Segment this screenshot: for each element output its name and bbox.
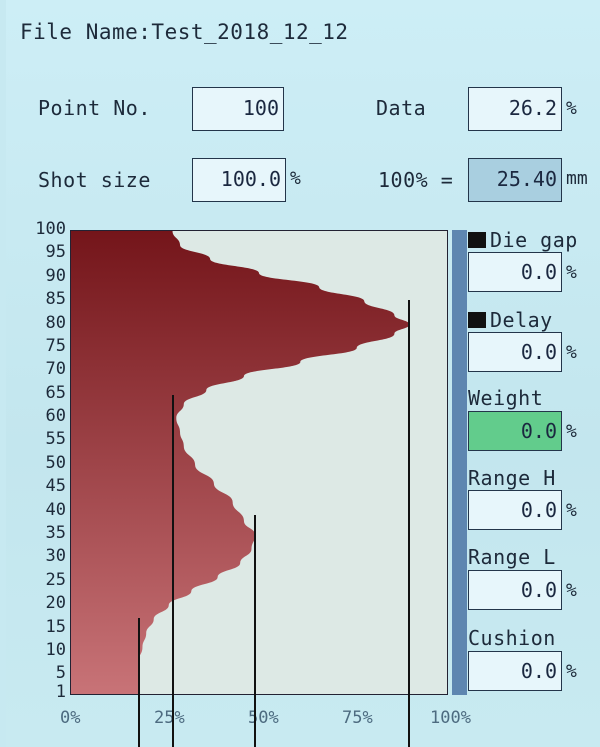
vertical-scale-bar[interactable]: [452, 230, 467, 695]
y-tick-label: 10: [45, 639, 66, 660]
x-tick-label: 0%: [60, 708, 81, 728]
range-l-label: Range L: [468, 545, 556, 569]
die-gap-label-text: Die gap: [490, 228, 578, 252]
weight-field[interactable]: 0.0: [468, 411, 562, 451]
range-l-unit: %: [566, 580, 577, 601]
shot-size-unit: %: [290, 168, 301, 189]
shot-size-field[interactable]: 100.0: [192, 158, 286, 202]
die-gap-label: Die gap: [468, 228, 578, 252]
y-tick-label: 1: [55, 682, 66, 702]
y-tick-label: 90: [45, 265, 66, 286]
profile-plot[interactable]: [70, 230, 448, 695]
y-tick-label: 80: [45, 312, 66, 333]
x-tick-label: 50%: [248, 708, 279, 728]
y-tick-label: 65: [45, 382, 66, 403]
full-scale-field[interactable]: 25.40: [468, 158, 562, 202]
y-tick-label: 45: [45, 476, 66, 497]
y-tick-label: 35: [45, 522, 66, 543]
y-tick-label: 50: [45, 452, 66, 473]
y-tick-label: 55: [45, 429, 66, 450]
y-tick-label: 5: [55, 663, 66, 684]
y-tick-label: 15: [45, 616, 66, 637]
marker-line[interactable]: [254, 515, 257, 747]
range-h-field[interactable]: 0.0: [468, 490, 562, 530]
x-tick-label: 100%: [430, 708, 471, 728]
y-tick-label: 70: [45, 359, 66, 380]
file-name-label: File Name:Test_2018_12_12: [20, 20, 349, 44]
marker-line[interactable]: [137, 618, 140, 747]
delay-label-text: Delay: [490, 308, 553, 332]
y-tick-label: 60: [45, 406, 66, 427]
range-h-unit: %: [566, 500, 577, 521]
delay-field[interactable]: 0.0: [468, 332, 562, 372]
y-tick-label: 30: [45, 546, 66, 567]
marker-line[interactable]: [171, 395, 174, 747]
cushion-field[interactable]: 0.0: [468, 651, 562, 691]
cushion-label: Cushion: [468, 626, 556, 650]
profile-area: [71, 231, 410, 694]
shot-size-label: Shot size: [38, 168, 151, 192]
full-scale-unit: mm: [566, 168, 588, 189]
delay-label: Delay: [468, 308, 553, 332]
full-scale-label: 100% =: [378, 168, 454, 192]
y-tick-label: 25: [45, 569, 66, 590]
y-tick-label: 95: [45, 242, 66, 263]
point-no-field[interactable]: 100: [192, 87, 284, 131]
profile-chart: [71, 231, 410, 694]
y-tick-label: 75: [45, 335, 66, 356]
weight-unit: %: [566, 421, 577, 442]
y-tick-label: 20: [45, 593, 66, 614]
marker-line[interactable]: [408, 300, 411, 747]
machine-screen: File Name:Test_2018_12_12 Point No. 100 …: [6, 0, 600, 747]
die-gap-indicator-icon: [468, 232, 486, 248]
x-tick-label: 75%: [342, 708, 373, 728]
delay-unit: %: [566, 342, 577, 363]
die-gap-unit: %: [566, 262, 577, 283]
x-tick-label: 25%: [154, 708, 185, 728]
data-field[interactable]: 26.2: [468, 87, 562, 131]
delay-indicator-icon: [468, 312, 486, 328]
point-no-label: Point No.: [38, 96, 151, 120]
range-l-field[interactable]: 0.0: [468, 570, 562, 610]
data-unit: %: [566, 98, 577, 119]
die-gap-field[interactable]: 0.0: [468, 252, 562, 292]
y-tick-label: 100: [35, 219, 66, 239]
range-h-label: Range H: [468, 466, 556, 490]
cushion-unit: %: [566, 661, 577, 682]
y-tick-label: 85: [45, 289, 66, 310]
y-tick-label: 40: [45, 499, 66, 520]
weight-label: Weight: [468, 386, 544, 410]
data-label: Data: [376, 96, 427, 120]
